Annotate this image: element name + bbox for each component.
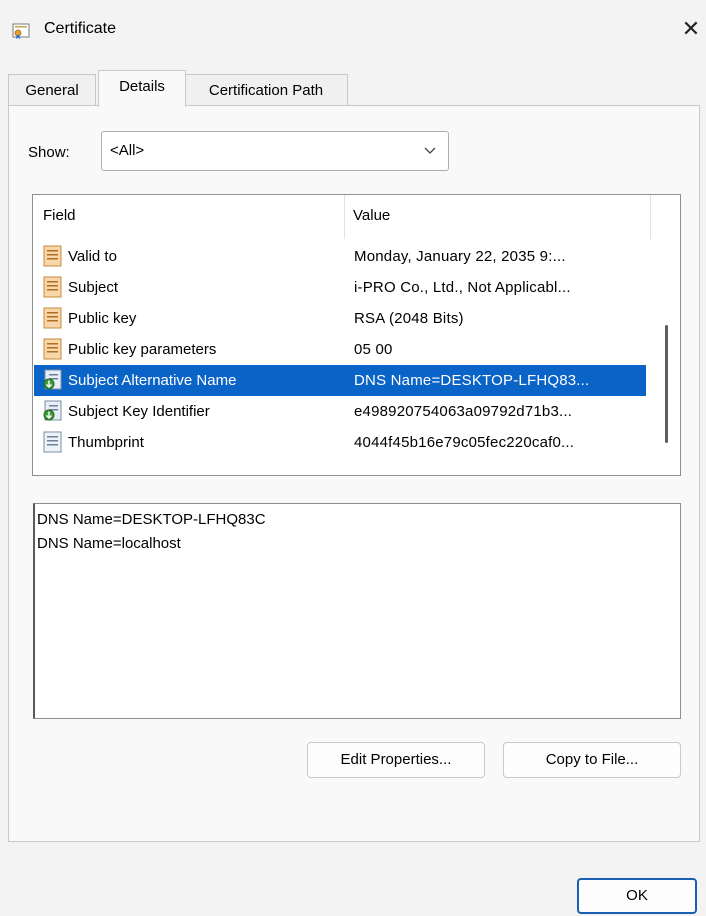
edit-properties-button[interactable]: Edit Properties... bbox=[307, 742, 485, 778]
list-row-public-key[interactable]: Public key RSA (2048 Bits) bbox=[34, 303, 646, 334]
row-field: Subject Key Identifier bbox=[68, 403, 210, 420]
row-field: Public key bbox=[68, 310, 137, 327]
row-value: e498920754063a09792d71b3... bbox=[354, 403, 573, 420]
row-value: i-PRO Co., Ltd., Not Applicabl... bbox=[354, 279, 571, 296]
ok-button[interactable]: OK bbox=[577, 878, 697, 914]
list-row-subject-alternative-name[interactable]: Subject Alternative Name DNS Name=DESKTO… bbox=[34, 365, 646, 396]
row-value: 05 00 bbox=[354, 341, 393, 358]
field-list[interactable]: Field Value Valid to Monday, January 22,… bbox=[32, 194, 681, 476]
row-value: Monday, January 22, 2035 9:... bbox=[354, 248, 566, 265]
list-scrollbar[interactable] bbox=[665, 325, 668, 443]
close-icon: ✕ bbox=[681, 16, 701, 41]
column-header-field[interactable]: Field bbox=[43, 207, 76, 224]
list-row-valid-to[interactable]: Valid to Monday, January 22, 2035 9:... bbox=[34, 241, 646, 272]
tab-strip: General Details Certification Path bbox=[8, 70, 698, 107]
close-button[interactable]: ✕ bbox=[676, 14, 706, 44]
row-field: Thumbprint bbox=[68, 434, 144, 451]
column-header-value[interactable]: Value bbox=[353, 207, 390, 224]
row-value: DNS Name=DESKTOP-LFHQ83... bbox=[354, 372, 590, 389]
column-divider bbox=[650, 195, 651, 239]
list-row-thumbprint[interactable]: Thumbprint 4044f45b16e79c05fec220caf0... bbox=[34, 427, 646, 458]
window-title: Certificate bbox=[44, 20, 117, 37]
tab-general[interactable]: General bbox=[8, 74, 96, 106]
document-icon bbox=[43, 307, 62, 329]
show-dropdown[interactable]: <All> bbox=[101, 131, 449, 171]
certificate-icon bbox=[12, 23, 30, 39]
chevron-down-icon bbox=[424, 147, 436, 154]
column-divider[interactable] bbox=[344, 195, 345, 239]
row-field: Subject Alternative Name bbox=[68, 372, 237, 389]
document-icon bbox=[43, 338, 62, 360]
row-value: RSA (2048 Bits) bbox=[354, 310, 464, 327]
tab-details[interactable]: Details bbox=[98, 70, 186, 107]
detail-line: DNS Name=localhost bbox=[37, 535, 181, 552]
tab-certification-path[interactable]: Certification Path bbox=[184, 74, 348, 106]
row-value: 4044f45b16e79c05fec220caf0... bbox=[354, 434, 575, 451]
copy-to-file-button[interactable]: Copy to File... bbox=[503, 742, 681, 778]
list-row-subject-key-identifier[interactable]: Subject Key Identifier e498920754063a097… bbox=[34, 396, 646, 427]
extension-icon bbox=[43, 400, 62, 421]
document-icon bbox=[43, 245, 62, 267]
list-row-subject[interactable]: Subject i-PRO Co., Ltd., Not Applicabl..… bbox=[34, 272, 646, 303]
value-detail-box[interactable]: DNS Name=DESKTOP-LFHQ83C DNS Name=localh… bbox=[33, 503, 681, 719]
document-icon bbox=[43, 276, 62, 298]
row-field: Valid to bbox=[68, 248, 117, 265]
row-field: Public key parameters bbox=[68, 341, 217, 358]
show-selected-value: <All> bbox=[110, 142, 145, 159]
detail-line: DNS Name=DESKTOP-LFHQ83C bbox=[37, 511, 266, 528]
extension-icon bbox=[43, 369, 62, 390]
title-bar: Certificate ✕ bbox=[0, 0, 706, 60]
list-row-public-key-parameters[interactable]: Public key parameters 05 00 bbox=[34, 334, 646, 365]
show-label: Show: bbox=[28, 144, 70, 161]
property-icon bbox=[43, 431, 62, 453]
row-field: Subject bbox=[68, 279, 119, 296]
